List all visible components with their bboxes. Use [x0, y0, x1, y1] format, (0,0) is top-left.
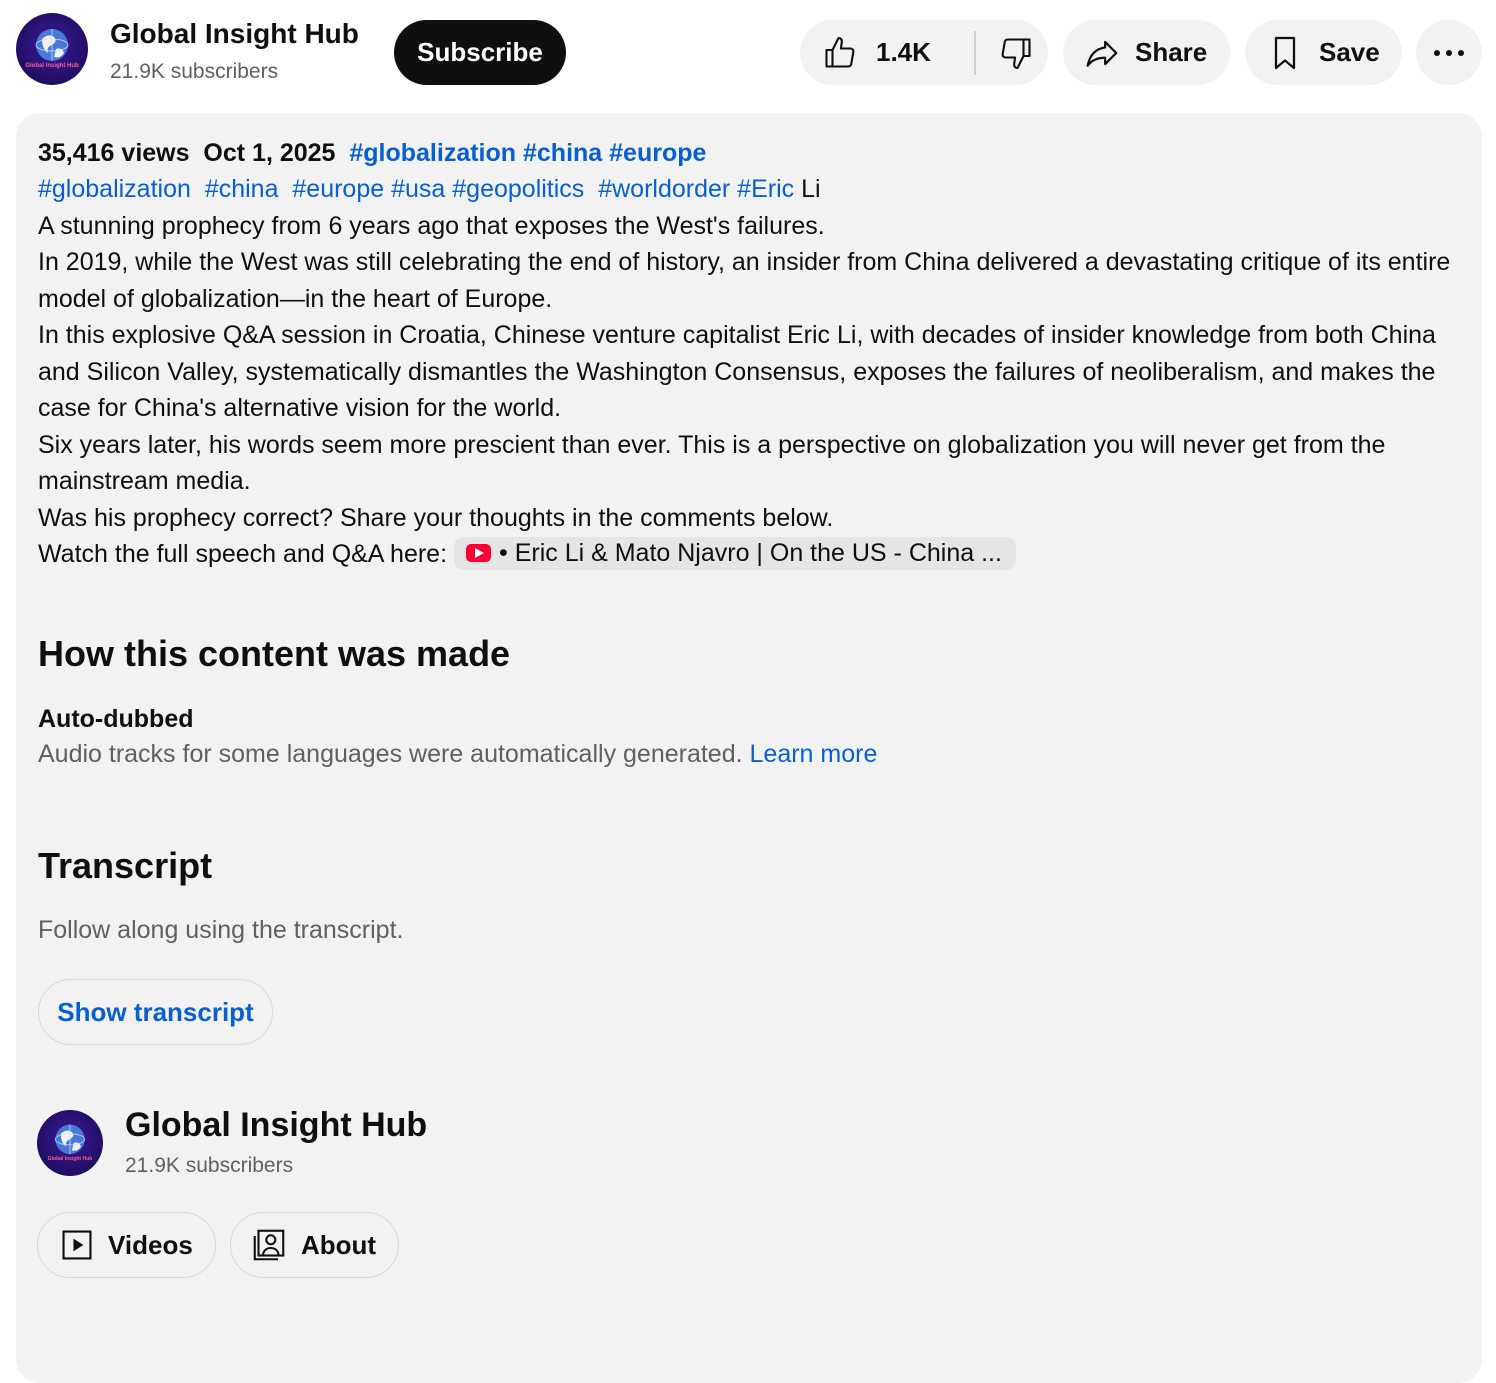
description-paragraph: In this explosive Q&A session in Croatia…: [38, 321, 1436, 422]
description-body: 35,416 views Oct 1, 2025 #globalization …: [38, 135, 1468, 573]
hashtag-link[interactable]: #worldorder: [598, 175, 730, 203]
transcript-heading: Transcript: [38, 845, 213, 886]
youtube-icon: [466, 544, 491, 563]
hashtag-link[interactable]: #usa: [391, 175, 445, 203]
like-count: 1.4K: [876, 37, 931, 67]
video-link-chip[interactable]: • Eric Li & Mato Njavro | On the US - Ch…: [454, 536, 1016, 570]
dislike-button[interactable]: [976, 20, 1034, 85]
like-dislike-group: 1.4K: [800, 20, 1048, 85]
show-transcript-button[interactable]: Show transcript: [38, 979, 273, 1045]
about-button[interactable]: About: [230, 1212, 399, 1278]
hashtag-link[interactable]: #europe: [292, 175, 384, 203]
videos-label: Videos: [108, 1229, 193, 1260]
hashtag-suffix: Li: [801, 175, 821, 203]
auto-dubbed-text: Audio tracks for some languages were aut…: [38, 740, 743, 768]
share-button[interactable]: Share: [1063, 20, 1230, 85]
video-link-text: • Eric Li & Mato Njavro | On the US - Ch…: [499, 539, 1002, 568]
hashtag-link[interactable]: #Eric: [737, 175, 794, 203]
hashtag-link[interactable]: #china: [205, 175, 279, 203]
about-label: About: [301, 1229, 377, 1260]
avatar-logo-text: Global Insight Hub: [25, 63, 79, 69]
video-actions-bar: Global Insight Hub Global Insight Hub 21…: [0, 0, 1496, 105]
more-actions-button[interactable]: [1416, 20, 1482, 85]
view-count: 35,416 views: [38, 139, 190, 167]
channel-avatar[interactable]: Global Insight Hub: [16, 13, 88, 85]
auto-dubbed-label: Auto-dubbed: [38, 705, 194, 733]
save-button[interactable]: Save: [1245, 20, 1402, 85]
channel-name-bottom[interactable]: Global Insight Hub: [125, 1106, 427, 1145]
save-label: Save: [1319, 37, 1380, 67]
hashtag-link[interactable]: #geopolitics: [452, 175, 584, 203]
bookmark-icon: [1274, 36, 1296, 69]
person-portrait-icon: [253, 1229, 285, 1261]
transcript-description: Follow along using the transcript.: [38, 916, 404, 944]
videos-button[interactable]: Videos: [37, 1212, 216, 1278]
description-card: 35,416 views Oct 1, 2025 #globalization …: [16, 113, 1482, 1383]
header-hashtag[interactable]: #globalization: [349, 139, 516, 167]
watch-line: Watch the full speech and Q&A here: • Er…: [38, 536, 1468, 573]
channel-name[interactable]: Global Insight Hub: [110, 18, 359, 50]
description-text: #globalization #china #europe #usa #geop…: [38, 171, 1468, 573]
channel-avatar-bottom[interactable]: Global Insight Hub: [37, 1110, 103, 1176]
globe-icon: [35, 29, 69, 61]
avatar-logo-text: Global Insight Hub: [47, 1156, 93, 1162]
subscriber-count-bottom: 21.9K subscribers: [125, 1154, 294, 1177]
auto-dubbed-description: Audio tracks for some languages were aut…: [38, 740, 877, 769]
description-paragraph: In 2019, while the West was still celebr…: [38, 248, 1451, 313]
hashtag-link[interactable]: #globalization: [38, 175, 191, 203]
share-arrow-icon: [1086, 40, 1118, 67]
header-hashtag[interactable]: #china: [523, 139, 602, 167]
content-made-heading: How this content was made: [38, 633, 511, 674]
header-hashtag[interactable]: #europe: [609, 139, 706, 167]
video-meta: 35,416 views Oct 1, 2025 #globalization …: [38, 135, 1468, 171]
hashtag-line: #globalization #china #europe #usa #geop…: [38, 171, 1468, 208]
description-paragraph: A stunning prophecy from 6 years ago tha…: [38, 211, 825, 240]
subscribe-button[interactable]: Subscribe: [394, 20, 566, 85]
share-label: Share: [1135, 37, 1208, 67]
more-horizontal-icon: [1434, 49, 1464, 56]
like-button[interactable]: 1.4K: [800, 20, 952, 85]
video-play-icon: [62, 1230, 92, 1260]
upload-date: Oct 1, 2025: [203, 139, 336, 167]
header-hashtags: #globalization #china #europe: [349, 139, 706, 167]
learn-more-link[interactable]: Learn more: [750, 740, 878, 768]
globe-icon: [54, 1124, 86, 1154]
thumbs-up-icon: [825, 36, 855, 68]
watch-prefix: Watch the full speech and Q&A here:: [38, 540, 448, 568]
thumbs-down-icon: [1001, 37, 1031, 69]
description-paragraph: Was his prophecy correct? Share your tho…: [38, 503, 834, 532]
subscriber-count: 21.9K subscribers: [110, 60, 279, 83]
description-paragraph: Six years later, his words seem more pre…: [38, 430, 1386, 496]
